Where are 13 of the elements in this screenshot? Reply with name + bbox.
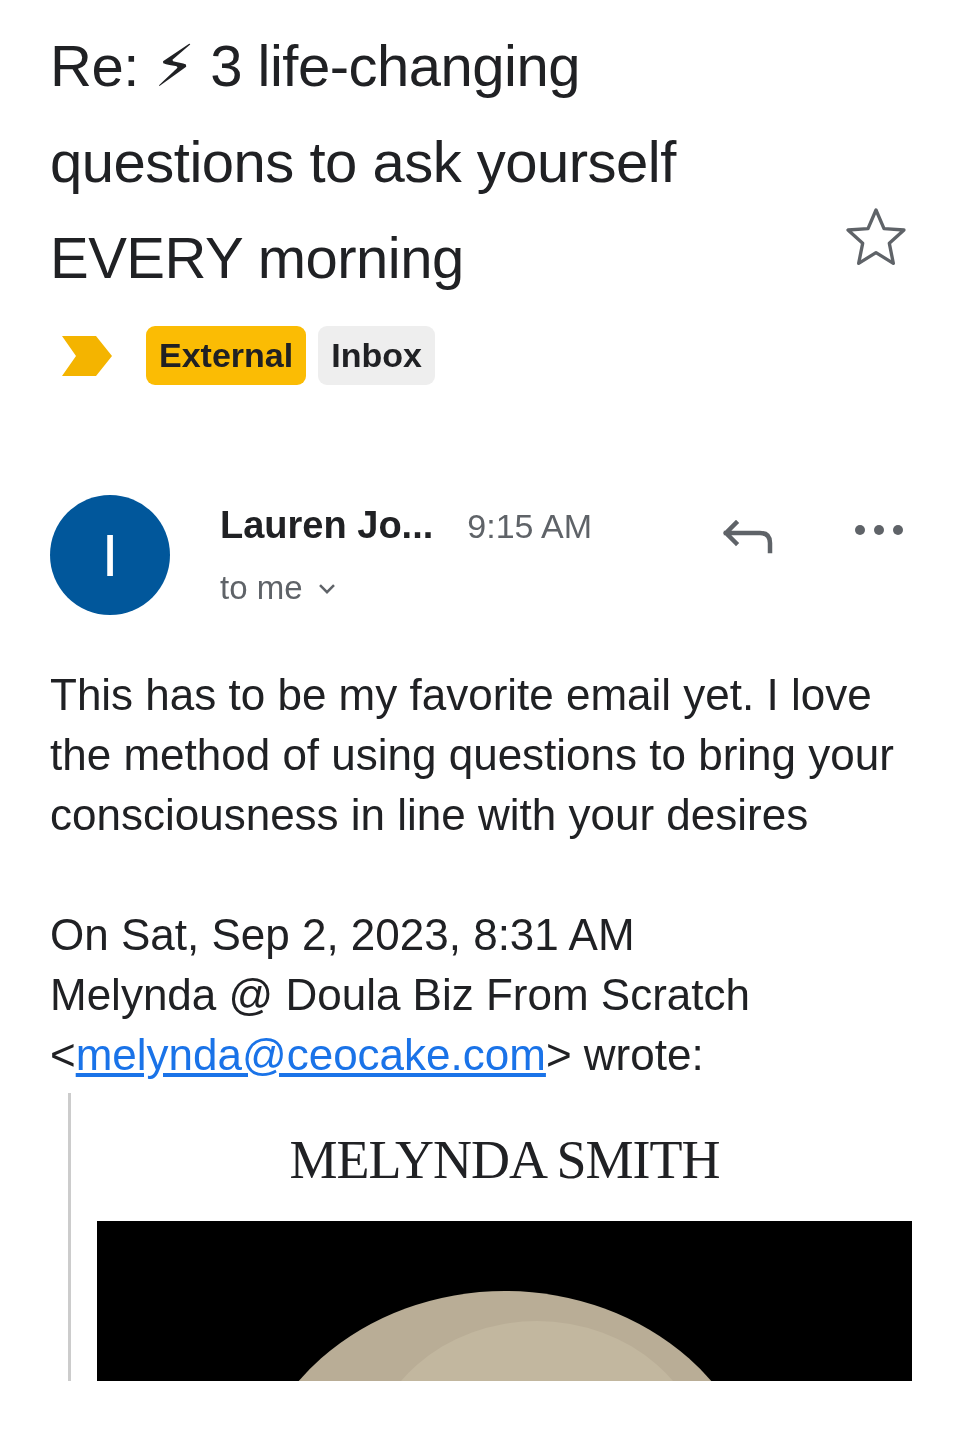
newsletter-heading: MELYNDA SMITH bbox=[288, 1129, 721, 1192]
email-link[interactable]: melynda@ceocake.com bbox=[75, 1030, 546, 1079]
quote-attribution: On Sat, Sep 2, 2023, 8:31 AM Melynda @ Doula Biz From Scratch <melynda@ceocake.com> wrote: bbox=[50, 909, 751, 1081]
label-chip: External bbox=[146, 326, 307, 385]
more-options-icon[interactable] bbox=[854, 524, 904, 536]
avatar: I bbox=[50, 495, 170, 615]
label-chip: Inbox bbox=[318, 326, 435, 385]
recipient-toggle[interactable]: to me bbox=[220, 568, 337, 607]
subject-title: Re: ⚡ 3 life-changing questions to ask yourself EVERY morning bbox=[50, 32, 678, 292]
sender-name: Lauren Jo... bbox=[220, 503, 434, 547]
message-time: 9:15 AM bbox=[467, 506, 593, 546]
message-body: This has to be my favorite email yet. I love the method of using questions to bring your consciousness in line with your desires bbox=[50, 669, 895, 841]
importance-marker-icon[interactable] bbox=[60, 333, 114, 378]
